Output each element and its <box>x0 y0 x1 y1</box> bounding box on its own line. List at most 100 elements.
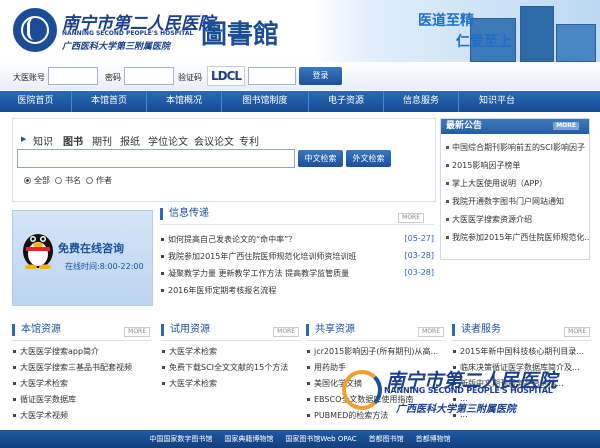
radio-title[interactable]: 书名 <box>55 175 81 186</box>
info-item-text: 凝聚教学力量 更新教学工作方法 提高教学监管质量 <box>168 269 350 278</box>
hospital-watermark: 南宁市第二人民医院 NANNING SECOND PEOPLE'S HOSPIT… <box>334 362 596 424</box>
section-title: 本馆资源 <box>12 324 61 336</box>
resource-item[interactable]: 循证医学数据库 <box>12 394 152 405</box>
main-nav: 医院首页 本馆首页 本馆概况 图书馆制度 电子资源 信息服务 知识平台 <box>0 91 600 112</box>
watermark-name-en: NANNING SECOND PEOPLE'S HOSPITAL <box>384 386 553 395</box>
password-label: 密码 <box>105 73 121 82</box>
info-item[interactable]: 凝聚教学力量 更新教学工作方法 提高教学监管质量 [03-28] <box>160 268 434 279</box>
nav-library-home[interactable]: 本馆首页 <box>72 91 147 112</box>
motto-line-2: 仁爱至上 <box>456 34 512 50</box>
resource-item[interactable]: 大医医学搜索app简介 <box>12 346 152 357</box>
news-title: 最新公告 <box>446 121 483 131</box>
building-image-tower <box>520 6 554 62</box>
tab-patents[interactable]: 专利 <box>239 133 259 148</box>
tab-journals[interactable]: 期刊 <box>92 133 112 148</box>
captcha-image[interactable]: LDCL <box>207 66 245 86</box>
info-item[interactable]: 我院参加2015年广西住院医师规范化培训师资培训班 [03-28] <box>160 251 434 262</box>
section-title: 读者服务 <box>452 324 501 336</box>
search-input[interactable] <box>17 149 295 168</box>
nav-library-rules[interactable]: 图书馆制度 <box>222 91 309 112</box>
chinese-search-button[interactable]: 中文检索 <box>298 150 343 167</box>
hospital-watermark-logo-icon <box>342 370 382 410</box>
radio-all-label: 全部 <box>34 176 50 185</box>
resource-item[interactable]: 大医学术检索 <box>161 378 301 389</box>
footer-link[interactable]: 首都博物馆 <box>416 430 451 448</box>
news-item[interactable]: 我院开通数字图书门户网站通知 <box>441 196 589 207</box>
info-item[interactable]: 如何提高自己发表论文的“命中率”？ [05-27] <box>160 234 434 245</box>
info-item-date: [03-28] <box>404 268 435 277</box>
radio-author-dot <box>86 177 93 184</box>
radio-all[interactable]: 全部 <box>24 175 50 186</box>
online-consult-banner[interactable]: 免费在线咨询 在线时间:8:00-22:00 <box>12 210 153 306</box>
footer-link[interactable]: 中国国家数字图书馆 <box>149 430 212 448</box>
password-input[interactable] <box>124 67 174 85</box>
hospital-logo-icon <box>13 8 57 52</box>
footer-link[interactable]: 国家图书馆Web OPAC <box>285 430 356 448</box>
hospital-name-en: NANNING SECOND PEOPLE'S HOSPITAL <box>62 30 194 37</box>
section-more-link[interactable]: MORE <box>124 327 150 337</box>
radio-all-dot <box>24 177 31 184</box>
section-more-link[interactable]: MORE <box>273 327 299 337</box>
radio-author[interactable]: 作者 <box>86 175 112 186</box>
info-item[interactable]: 2016年医师定期考核报名流程 <box>160 285 434 296</box>
section-more-link[interactable]: MORE <box>418 327 444 337</box>
resource-item[interactable]: 大医医学搜索三基品书配套视频 <box>12 362 152 373</box>
news-item[interactable]: 我院参加2015年广西住院医师规范化... <box>441 232 589 243</box>
radio-title-dot <box>55 177 62 184</box>
footer-link[interactable]: 国家典籍博物馆 <box>224 430 273 448</box>
news-item[interactable]: 2015影响因子榜单 <box>441 160 589 171</box>
login-bar: 大医账号 密码 验证码 LDCL 登录 <box>0 62 600 90</box>
section-library-resources: 本馆资源 MORE 大医医学搜索app简介 大医医学搜索三基品书配套视频 大医学… <box>12 318 156 426</box>
account-input[interactable] <box>48 67 98 85</box>
radio-title-label: 书名 <box>65 176 81 185</box>
info-item-text: 我院参加2015年广西住院医师规范化培训师资培训班 <box>168 252 357 261</box>
resource-item[interactable]: 2015年新中国科技核心期刊目录... <box>452 346 592 357</box>
info-item-date: [05-27] <box>404 234 435 243</box>
login-button[interactable]: 登录 <box>299 67 342 85</box>
building-image-wing <box>556 24 596 62</box>
motto-line-1: 医道至精 <box>418 13 474 29</box>
resource-item[interactable]: 免费下载SCI全文文献的15个方法 <box>161 362 301 373</box>
captcha-label: 验证码 <box>178 73 202 82</box>
tab-newspapers[interactable]: 报纸 <box>120 133 140 148</box>
news-more-link[interactable]: MORE <box>553 122 579 130</box>
section-title: 试用资源 <box>161 324 210 336</box>
library-title: 圖書館 <box>201 20 280 50</box>
resource-item[interactable]: 大医学术检索 <box>12 378 152 389</box>
tab-knowledge[interactable]: 知识 <box>33 133 53 148</box>
info-more-link[interactable]: MORE <box>398 213 424 223</box>
news-header: 最新公告 MORE <box>441 119 589 134</box>
account-label: 大医账号 <box>13 73 45 82</box>
info-item-date: [03-28] <box>404 251 435 260</box>
site-header: 南宁市第二人民医院 NANNING SECOND PEOPLE'S HOSPIT… <box>0 0 600 62</box>
tab-dissertations[interactable]: 学位论文 <box>148 133 188 148</box>
info-item-text: 如何提高自己发表论文的“命中率”？ <box>168 235 297 244</box>
tab-conference-papers[interactable]: 会议论文 <box>194 133 234 148</box>
info-section: 信息传递 MORE 如何提高自己发表论文的“命中率”？ [05-27] 我院参加2… <box>160 208 436 304</box>
section-title: 共享资源 <box>306 324 355 336</box>
section-more-link[interactable]: MORE <box>564 327 590 337</box>
news-item[interactable]: 大医医学搜索资源介绍 <box>441 214 589 225</box>
resource-item[interactable]: 大医学术视频 <box>12 410 152 421</box>
latest-announcements: 最新公告 MORE 中国综合期刊影响前五的SCI影响因子 2015影响因子榜单 … <box>440 118 590 260</box>
hospital-subtitle: 广西医科大学第三附属医院 <box>62 42 171 52</box>
info-title: 信息传递 <box>160 208 209 220</box>
nav-library-overview[interactable]: 本馆概况 <box>147 91 222 112</box>
nav-info-service[interactable]: 信息服务 <box>384 91 459 112</box>
news-item[interactable]: 中国综合期刊影响前五的SCI影响因子 <box>441 142 589 153</box>
captcha-input[interactable] <box>248 67 296 85</box>
consult-title: 免费在线咨询 <box>58 242 124 255</box>
tab-books[interactable]: 图书 <box>63 133 83 148</box>
consult-hours: 在线时间:8:00-22:00 <box>65 262 144 271</box>
search-tab-marker-icon: ▶ <box>21 135 27 143</box>
nav-hospital-home[interactable]: 医院首页 <box>0 91 72 112</box>
radio-author-label: 作者 <box>96 176 112 185</box>
nav-e-resources[interactable]: 电子资源 <box>309 91 384 112</box>
resource-item[interactable]: 大医学术检索 <box>161 346 301 357</box>
footer-link[interactable]: 首都图书馆 <box>369 430 404 448</box>
section-trial-resources: 试用资源 MORE 大医学术检索 免费下载SCI全文文献的15个方法 大医学术检… <box>161 318 305 426</box>
foreign-search-button[interactable]: 外文检索 <box>346 150 391 167</box>
news-item[interactable]: 掌上大医使用说明（APP） <box>441 178 589 189</box>
nav-knowledge-platform[interactable]: 知识平台 <box>459 91 535 112</box>
resource-item[interactable]: jcr2015影响因子(所有期刊)从高... <box>306 346 446 357</box>
